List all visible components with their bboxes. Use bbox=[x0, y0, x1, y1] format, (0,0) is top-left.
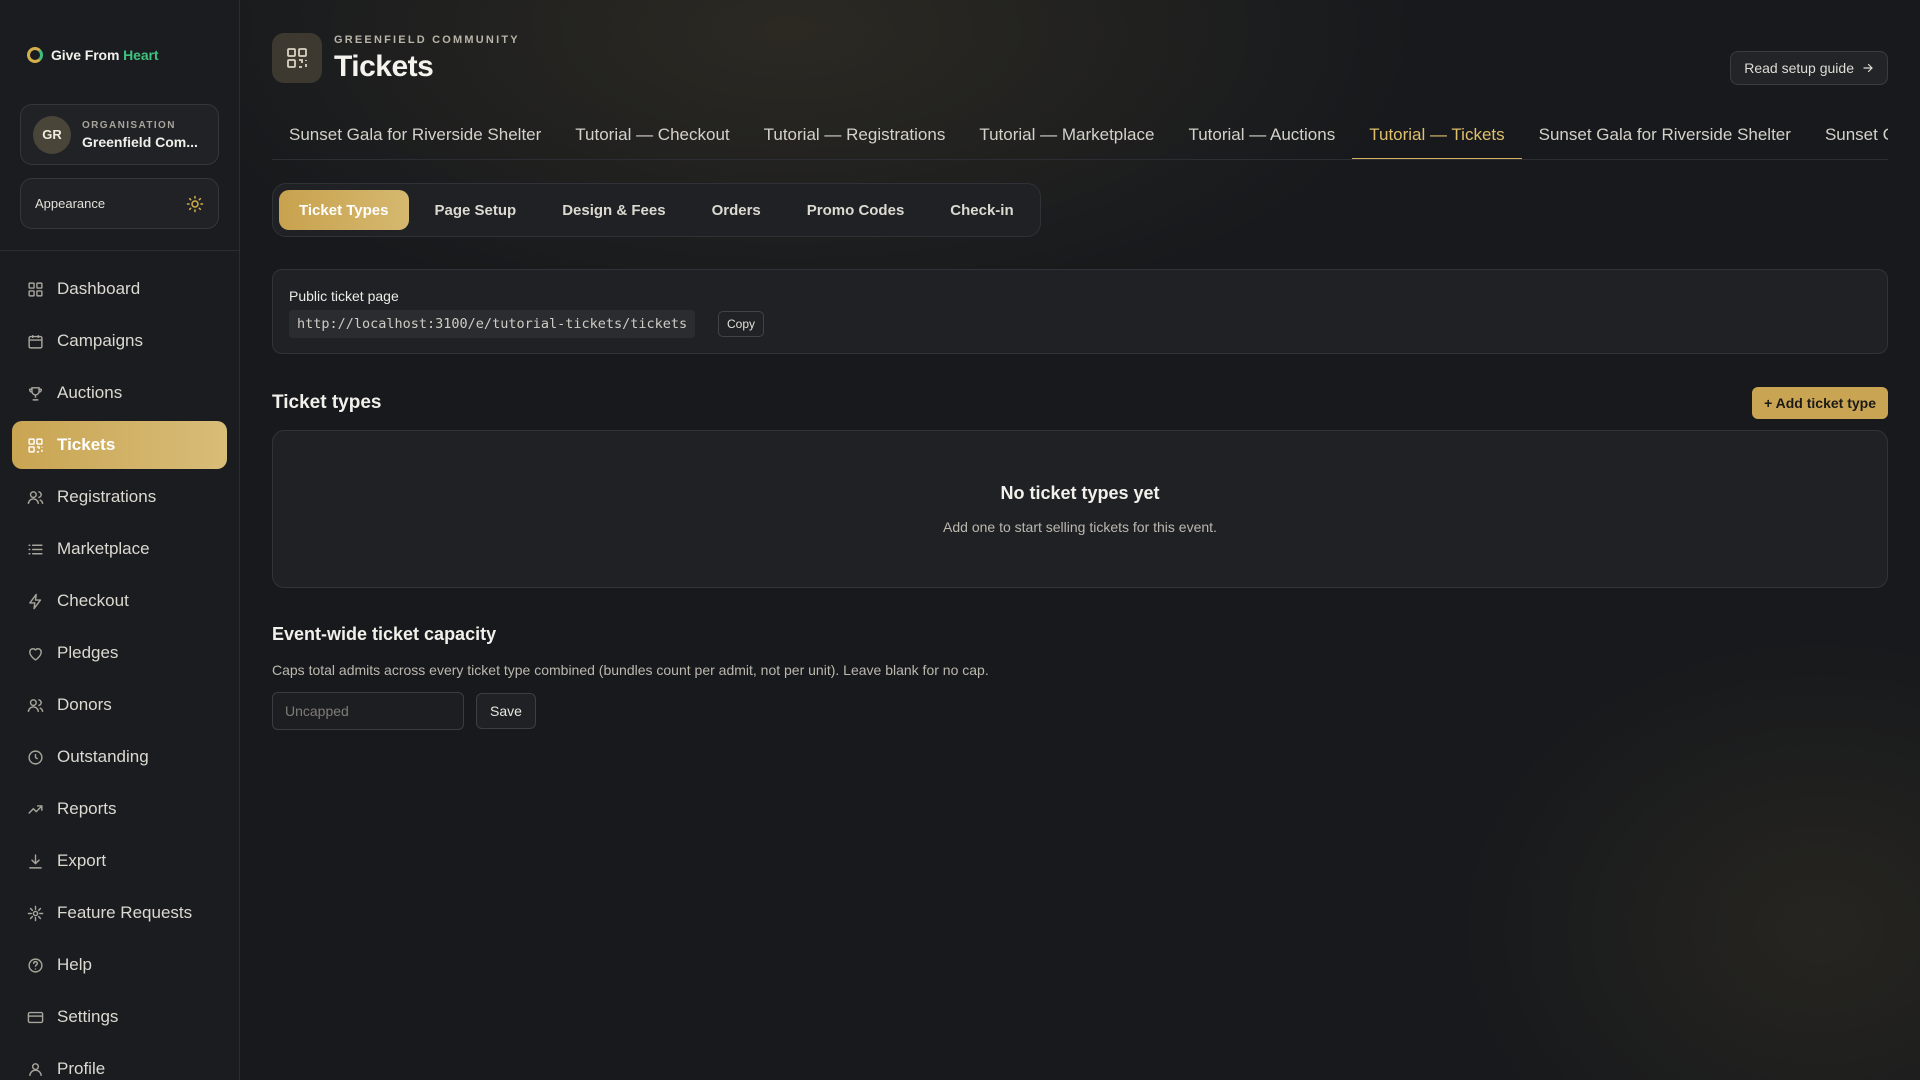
sidebar-item-campaigns[interactable]: Campaigns bbox=[12, 317, 227, 365]
sidebar-item-label: Marketplace bbox=[57, 539, 150, 558]
public-ticket-page-card: Public ticket page http://localhost:3100… bbox=[272, 269, 1888, 354]
add-ticket-type-button[interactable]: + Add ticket type bbox=[1752, 387, 1888, 419]
help-circle-icon bbox=[28, 957, 43, 973]
tab-page-setup[interactable]: Page Setup bbox=[415, 190, 537, 230]
sparkle-icon bbox=[27, 905, 44, 921]
sidebar-item-label: Auctions bbox=[57, 383, 123, 402]
sidebar-item-label: Profile bbox=[57, 1059, 106, 1078]
tab-sunset-gala-riverside-2[interactable]: Sunset Gala for Riverside Shelter bbox=[1522, 112, 1808, 159]
tab-orders[interactable]: Orders bbox=[692, 190, 781, 230]
lightning-icon bbox=[29, 593, 42, 609]
section-tabs: Ticket Types Page Setup Design & Fees Or… bbox=[272, 183, 1041, 237]
list-icon bbox=[28, 544, 43, 554]
sidebar-item-reports[interactable]: Reports bbox=[12, 785, 227, 833]
sidebar-item-label: Reports bbox=[57, 799, 117, 818]
tab-tutorial-marketplace[interactable]: Tutorial — Marketplace bbox=[962, 112, 1171, 159]
user-icon bbox=[29, 1062, 42, 1076]
heart-icon bbox=[29, 647, 42, 661]
sidebar-item-tickets[interactable]: Tickets bbox=[12, 421, 227, 469]
sidebar-item-outstanding[interactable]: Outstanding bbox=[12, 733, 227, 781]
credit-card-icon bbox=[27, 1011, 44, 1023]
tab-ticket-types[interactable]: Ticket Types bbox=[279, 190, 409, 230]
sidebar-item-donors[interactable]: Donors bbox=[12, 681, 227, 729]
sidebar-item-export[interactable]: Export bbox=[12, 837, 227, 885]
sidebar-divider bbox=[0, 250, 239, 251]
sidebar-item-dashboard[interactable]: Dashboard bbox=[12, 265, 227, 313]
clock-icon bbox=[28, 749, 43, 765]
save-capacity-button[interactable]: Save bbox=[476, 693, 536, 729]
avatar: GR bbox=[33, 115, 71, 154]
sidebar-item-label: Dashboard bbox=[57, 279, 141, 298]
sidebar-item-label: Export bbox=[57, 851, 107, 870]
users-icon bbox=[27, 490, 44, 504]
guide-button-label: Read setup guide bbox=[1744, 60, 1854, 76]
organisation-name: Greenfield Com... bbox=[82, 133, 198, 150]
brand-logo[interactable]: Give From Heart bbox=[27, 47, 159, 63]
sidebar-item-label: Pledges bbox=[57, 643, 119, 662]
brand-name: Give From Heart bbox=[51, 47, 159, 63]
qr-grid-icon bbox=[28, 437, 43, 453]
capacity-input[interactable] bbox=[272, 692, 464, 730]
tab-sunset-gala-riverside-3[interactable]: Sunset Gala for Riverside Shelter bbox=[1808, 112, 1888, 159]
organisation-caption: ORGANISATION bbox=[82, 119, 176, 131]
appearance-label: Appearance bbox=[35, 196, 106, 211]
ticket-types-empty-state: No ticket types yet Add one to start sel… bbox=[272, 430, 1888, 588]
capacity-heading: Event-wide ticket capacity bbox=[272, 624, 497, 644]
tab-check-in[interactable]: Check-in bbox=[930, 190, 1033, 230]
empty-state-title: No ticket types yet bbox=[1000, 483, 1160, 503]
empty-state-description: Add one to start selling tickets for thi… bbox=[943, 519, 1217, 535]
sidebar-item-registrations[interactable]: Registrations bbox=[12, 473, 227, 521]
sidebar-item-label: Settings bbox=[57, 1007, 119, 1026]
tab-promo-codes[interactable]: Promo Codes bbox=[787, 190, 925, 230]
dashboard-icon bbox=[28, 281, 43, 297]
qr-grid-icon bbox=[287, 48, 307, 68]
brand-ring-icon bbox=[27, 47, 43, 63]
sidebar-item-label: Outstanding bbox=[57, 747, 149, 766]
sidebar-item-checkout[interactable]: Checkout bbox=[12, 577, 227, 625]
sidebar-item-label: Tickets bbox=[57, 435, 116, 454]
download-icon bbox=[29, 853, 42, 869]
calendar-icon bbox=[28, 334, 43, 349]
sidebar: Give From Heart GR ORGANISATION Greenfie… bbox=[0, 0, 240, 1080]
organisation-switcher[interactable]: GR ORGANISATION Greenfield Com... bbox=[20, 104, 219, 165]
sun-icon[interactable] bbox=[186, 195, 204, 213]
arrow-right-icon bbox=[1863, 63, 1873, 73]
sidebar-item-settings[interactable]: Settings bbox=[12, 993, 227, 1041]
tab-tutorial-auctions[interactable]: Tutorial — Auctions bbox=[1171, 112, 1352, 159]
trophy-icon bbox=[29, 386, 42, 401]
main-content: GREENFIELD COMMUNITY Tickets Read setup … bbox=[240, 0, 1920, 1080]
trending-up-icon bbox=[28, 804, 43, 814]
tickets-header-icon bbox=[272, 33, 322, 83]
sidebar-item-label: Help bbox=[57, 955, 92, 974]
page-title: Tickets bbox=[334, 50, 434, 83]
event-tabs: Sunset Gala for Riverside Shelter Tutori… bbox=[272, 112, 1888, 160]
tab-tutorial-registrations[interactable]: Tutorial — Registrations bbox=[747, 112, 963, 159]
ticket-types-heading: Ticket types bbox=[272, 392, 382, 413]
tab-sunset-gala-riverside[interactable]: Sunset Gala for Riverside Shelter bbox=[272, 112, 558, 159]
tab-tutorial-checkout[interactable]: Tutorial — Checkout bbox=[558, 112, 746, 159]
appearance-toggle[interactable]: Appearance bbox=[20, 178, 219, 229]
tab-design-fees[interactable]: Design & Fees bbox=[542, 190, 685, 230]
capacity-description: Caps total admits across every ticket ty… bbox=[272, 662, 989, 678]
sidebar-item-pledges[interactable]: Pledges bbox=[12, 629, 227, 677]
read-setup-guide-button[interactable]: Read setup guide bbox=[1730, 51, 1888, 85]
header-caption: GREENFIELD COMMUNITY bbox=[334, 34, 520, 46]
tab-tutorial-tickets[interactable]: Tutorial — Tickets bbox=[1352, 112, 1522, 159]
sidebar-item-label: Feature Requests bbox=[57, 903, 193, 922]
sidebar-item-label: Campaigns bbox=[57, 331, 143, 350]
public-ticket-page-label: Public ticket page bbox=[289, 288, 399, 304]
copy-url-button[interactable]: Copy bbox=[718, 311, 765, 337]
sidebar-item-label: Donors bbox=[57, 695, 112, 714]
sidebar-item-label: Checkout bbox=[57, 591, 129, 610]
sidebar-item-auctions[interactable]: Auctions bbox=[12, 369, 227, 417]
sidebar-item-help[interactable]: Help bbox=[12, 941, 227, 989]
public-ticket-url[interactable]: http://localhost:3100/e/tutorial-tickets… bbox=[289, 310, 696, 338]
sidebar-item-profile[interactable]: Profile bbox=[12, 1045, 227, 1080]
sidebar-item-label: Registrations bbox=[57, 487, 157, 506]
sidebar-item-feature-requests[interactable]: Feature Requests bbox=[12, 889, 227, 937]
sidebar-item-marketplace[interactable]: Marketplace bbox=[12, 525, 227, 573]
sidebar-nav: Dashboard Campaigns Auctions Tickets Reg… bbox=[12, 265, 227, 1080]
users-icon bbox=[27, 698, 44, 712]
